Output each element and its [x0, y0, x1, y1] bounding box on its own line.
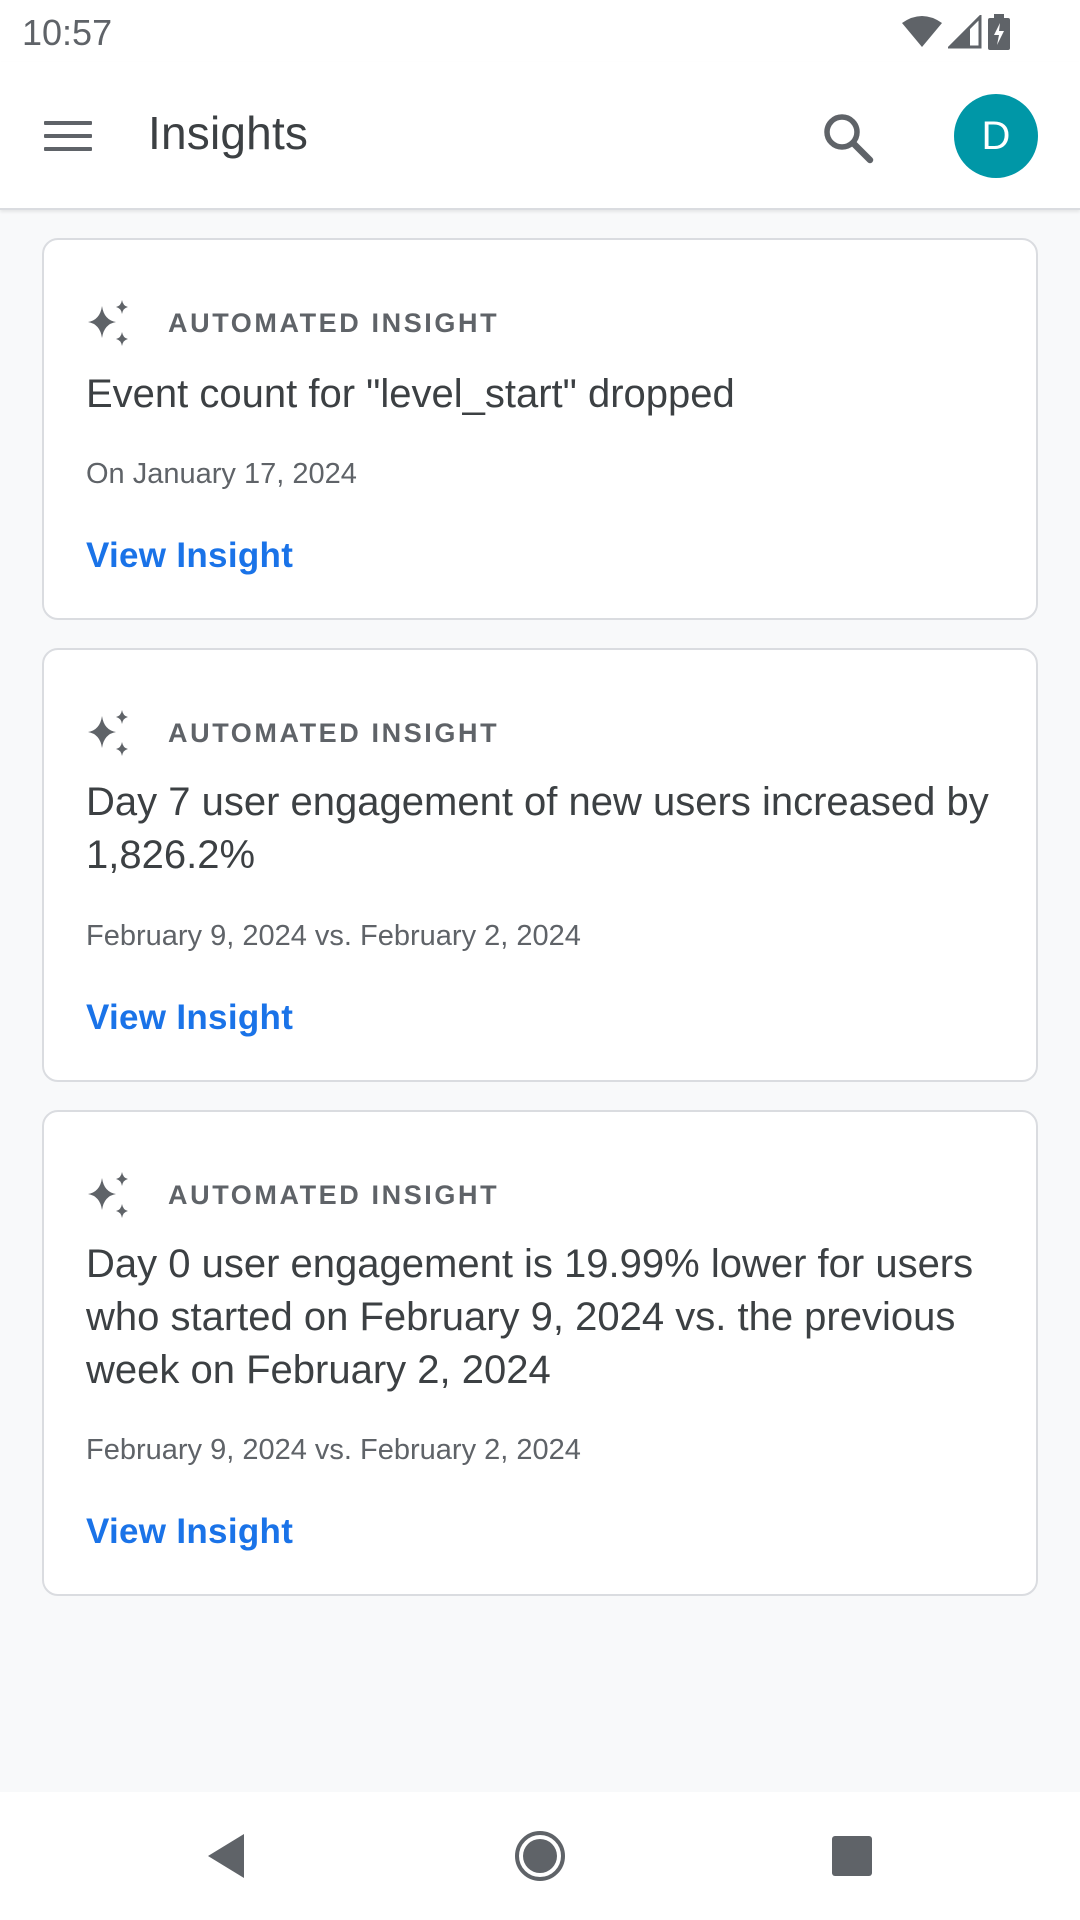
wifi-icon [902, 16, 942, 47]
view-insight-link[interactable]: View Insight [86, 998, 293, 1038]
page-title: Insights [148, 107, 309, 159]
insight-card: AUTOMATED INSIGHT Day 7 user engagement … [42, 648, 1038, 1082]
card-date: February 9, 2024 vs. February 2, 2024 [86, 1434, 581, 1466]
view-insight-link[interactable]: View Insight [86, 1512, 293, 1552]
insights-list: AUTOMATED INSIGHT Event count for "level… [0, 212, 1080, 1792]
recents-icon[interactable] [822, 1826, 882, 1886]
card-date: On January 17, 2024 [86, 458, 357, 490]
insight-card: AUTOMATED INSIGHT Day 0 user engagement … [42, 1110, 1038, 1596]
battery-icon [988, 14, 1010, 50]
system-nav-bar [0, 1792, 1080, 1920]
signal-icon [948, 15, 982, 49]
insight-card: AUTOMATED INSIGHT Event count for "level… [42, 238, 1038, 620]
card-kicker: AUTOMATED INSIGHT [168, 1179, 500, 1210]
status-time: 10:57 [22, 12, 113, 53]
card-title: Day 0 user engagement is 19.99% lower fo… [86, 1242, 974, 1392]
menu-icon[interactable] [44, 110, 96, 162]
home-icon[interactable] [510, 1826, 570, 1886]
card-title: Day 7 user engagement of new users incre… [86, 780, 989, 877]
card-title: Event count for "level_start" dropped [86, 372, 735, 416]
card-header: AUTOMATED INSIGHT [84, 1170, 499, 1220]
status-icons [902, 12, 1010, 52]
status-bar: 10:57 [0, 0, 1080, 62]
view-insight-link[interactable]: View Insight [86, 536, 293, 576]
back-icon[interactable] [196, 1826, 256, 1886]
card-kicker: AUTOMATED INSIGHT [168, 717, 500, 748]
search-icon[interactable] [818, 108, 878, 168]
card-kicker: AUTOMATED INSIGHT [168, 307, 500, 338]
card-date: February 9, 2024 vs. February 2, 2024 [86, 920, 581, 952]
card-header: AUTOMATED INSIGHT [84, 708, 499, 758]
app-bar: Insights D [0, 62, 1080, 210]
avatar[interactable]: D [954, 94, 1038, 178]
sparkle-icon [88, 710, 128, 756]
card-header: AUTOMATED INSIGHT [84, 298, 499, 348]
sparkle-icon [88, 1172, 128, 1218]
sparkle-icon [88, 300, 128, 346]
